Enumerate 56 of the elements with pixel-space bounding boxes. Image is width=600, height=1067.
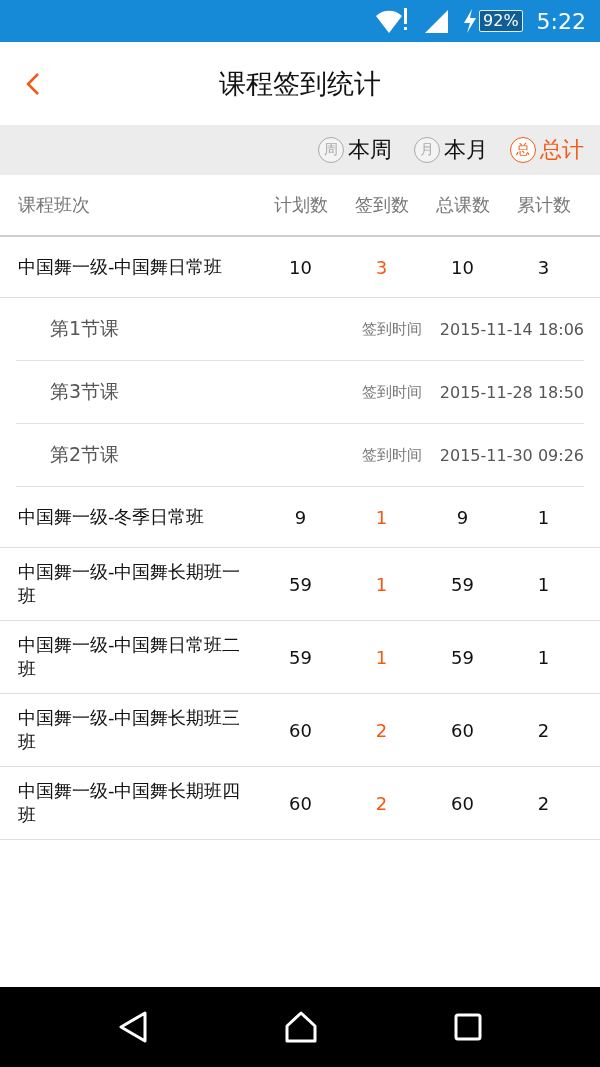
table-cell-text: 2 <box>536 719 551 741</box>
table-cell-text: 1 <box>536 506 551 528</box>
checkin-label: 签到时间 <box>361 445 422 465</box>
filter-tab[interactable]: 总 总计 <box>510 135 584 165</box>
table-cell-text: 1 <box>536 573 551 595</box>
table-cell-text: 9 <box>455 506 470 528</box>
table-cell-text: 2 <box>374 792 389 814</box>
back-nav-icon[interactable] <box>118 1011 148 1043</box>
table-cell-text: 60 <box>288 719 313 741</box>
checkin-time: 2015-11-14 18:06 <box>439 319 584 339</box>
wifi-icon <box>375 7 410 35</box>
checkin-label: 签到时间 <box>361 382 422 402</box>
checkin-time: 2015-11-30 09:26 <box>439 445 584 465</box>
column-header: 总课数 <box>434 193 491 217</box>
table-cell-text: 1 <box>536 646 551 668</box>
course-name: 中国舞一级-冬季日常班 <box>18 505 206 529</box>
signal-icon <box>423 8 450 34</box>
lesson-name: 第3节课 <box>50 379 121 404</box>
battery-level: 92% <box>479 10 523 32</box>
checkin-label: 签到时间 <box>361 319 422 339</box>
filter-tab[interactable]: 周 本周 <box>318 135 392 165</box>
filter-tab[interactable]: 月 本月 <box>414 135 488 165</box>
lesson-name: 第2节课 <box>50 442 121 467</box>
column-header: 累计数 <box>515 193 572 217</box>
column-header: 签到数 <box>353 193 410 217</box>
checkin-time: 2015-11-28 18:50 <box>439 382 584 402</box>
table-cell-text: 2 <box>374 719 389 741</box>
table-cell-text: 10 <box>450 256 475 278</box>
column-header: 课程班次 <box>18 193 91 217</box>
table-cell-text: 1 <box>374 573 389 595</box>
table-cell-text: 1 <box>374 506 389 528</box>
table-cell-text: 9 <box>293 506 308 528</box>
table-cell-text: 60 <box>450 792 475 814</box>
course-name: 中国舞一级-中国舞长期班一班 <box>18 560 242 608</box>
table-cell-text: 10 <box>288 256 313 278</box>
clock: 5:22 <box>536 8 586 34</box>
table-cell-text: 2 <box>536 792 551 814</box>
table-cell-text: 1 <box>374 646 389 668</box>
home-icon[interactable] <box>284 1011 318 1043</box>
table-cell-text: 60 <box>450 719 475 741</box>
back-icon[interactable] <box>26 72 40 96</box>
page-title: 课程签到统计 <box>219 66 381 101</box>
table-cell-text: 3 <box>374 256 389 278</box>
table-cell-text: 59 <box>450 646 475 668</box>
course-name: 中国舞一级-中国舞长期班三班 <box>18 706 242 754</box>
recents-icon[interactable] <box>454 1013 482 1041</box>
table-cell-text: 59 <box>288 646 313 668</box>
table-cell-text: 60 <box>288 792 313 814</box>
table-cell-text: 3 <box>536 256 551 278</box>
course-name: 中国舞一级-中国舞日常班 <box>18 255 224 279</box>
course-name: 中国舞一级-中国舞长期班四班 <box>18 779 242 827</box>
lesson-name: 第1节课 <box>50 316 121 341</box>
course-name: 中国舞一级-中国舞日常班二班 <box>18 633 242 681</box>
table-cell-text: 59 <box>288 573 313 595</box>
table-cell-text: 59 <box>450 573 475 595</box>
column-header: 计划数 <box>272 193 329 217</box>
